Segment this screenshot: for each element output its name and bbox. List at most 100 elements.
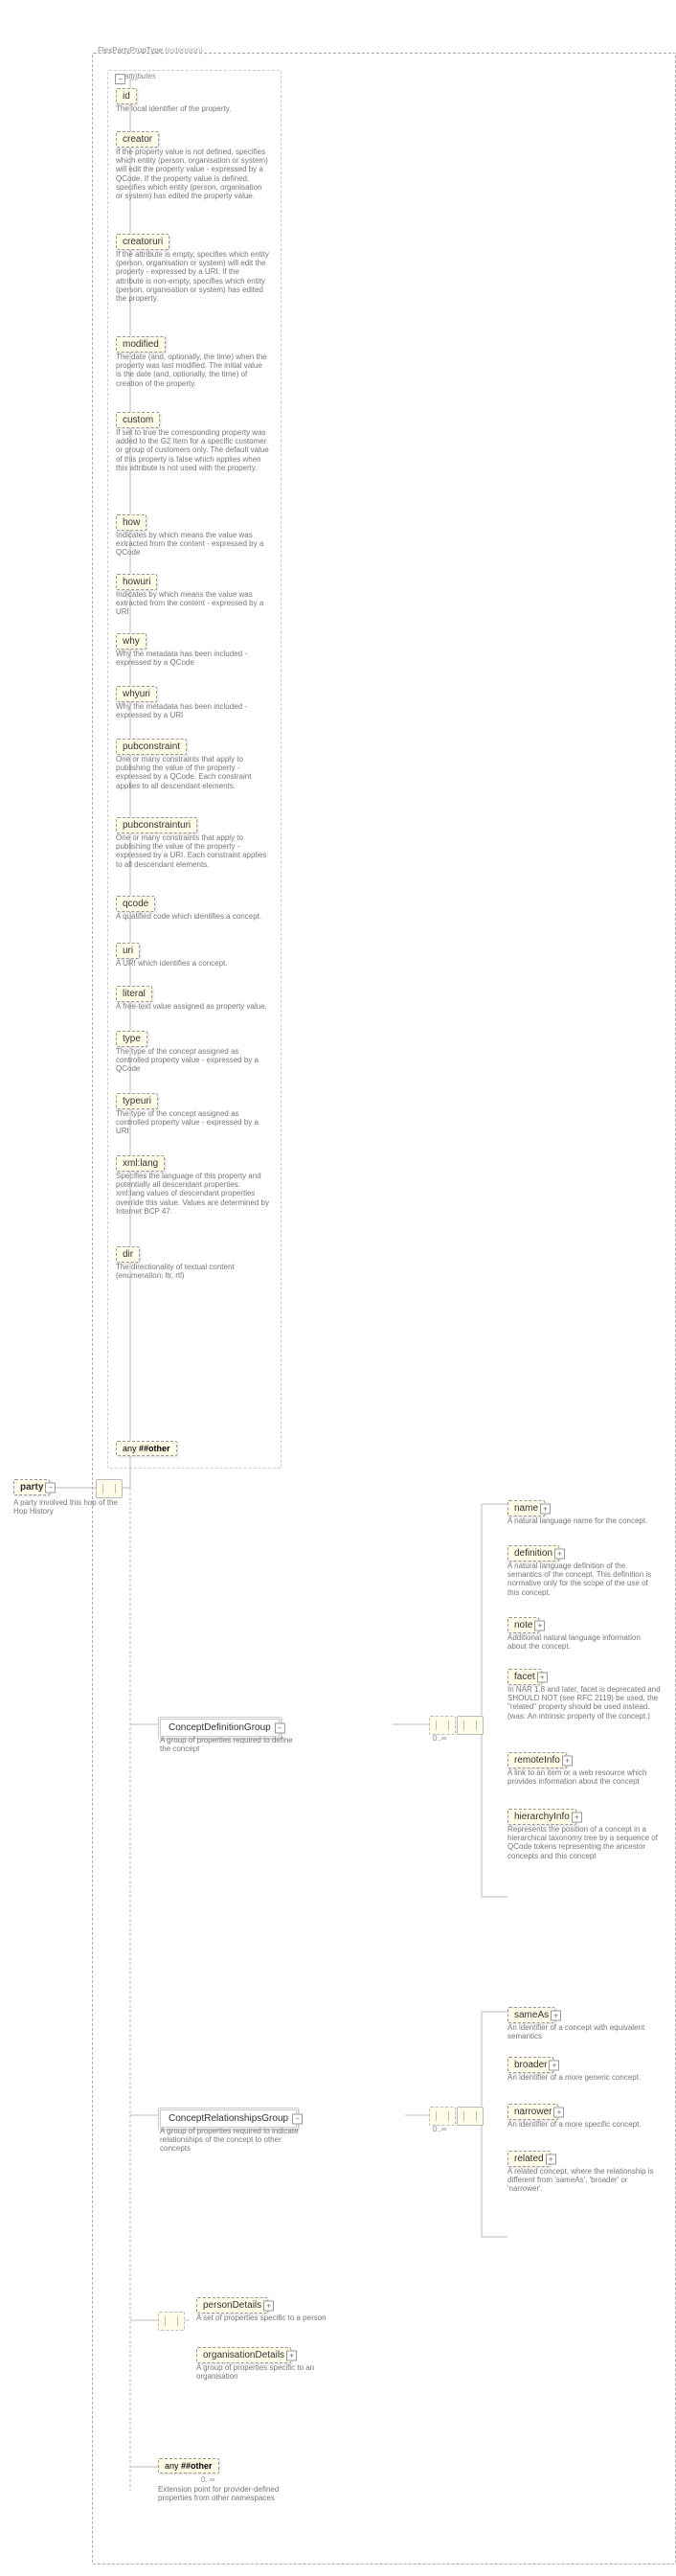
attribute-desc: Why the metadata has been included - exp… [116, 702, 269, 719]
attribute-creator: creator [116, 131, 159, 148]
attribute-type: type [116, 1031, 147, 1047]
attribute-desc: If set to true the corresponding propert… [116, 428, 269, 472]
attribute-label: creatoruri [123, 237, 163, 247]
rel-child-sameAs: sameAs+ [507, 2007, 555, 2023]
element-desc: An identifier of a more specific concept… [507, 2120, 661, 2129]
def-child-remoteInfo: remoteInfo+ [507, 1752, 567, 1768]
expand-icon[interactable]: + [546, 2154, 556, 2164]
collapse-icon[interactable]: − [45, 1482, 56, 1493]
rel-child-broader: broader+ [507, 2057, 553, 2073]
element-desc: A natural language definition of the sem… [507, 1562, 661, 1597]
sequence-rel-inner [457, 2107, 484, 2126]
attribute-label: how [123, 517, 140, 528]
sequence-rel-outer [429, 2107, 456, 2126]
element-label: definition [514, 1548, 552, 1559]
expand-icon[interactable]: + [551, 2010, 561, 2020]
def-child-definition: definition+ [507, 1545, 559, 1562]
attribute-qcode: qcode [116, 896, 155, 912]
attribute-label: dir [123, 1249, 133, 1260]
group-rel-desc: A group of properties required to indica… [160, 2127, 313, 2154]
sequence-main [96, 1479, 123, 1498]
element-label: narrower [514, 2107, 552, 2117]
attribute-howuri: howuri [116, 574, 157, 590]
attribute-desc: A URI which identifies a concept. [116, 959, 269, 968]
entity-child-personDetails: personDetails+ [196, 2297, 268, 2314]
expand-icon[interactable]: + [540, 1503, 551, 1514]
element-label: note [514, 1620, 532, 1630]
attribute-pubconstraint: pubconstraint [116, 739, 187, 755]
expand-icon[interactable]: + [534, 1620, 545, 1630]
choice-entity [158, 2312, 185, 2331]
attribute-modified: modified [116, 336, 166, 353]
element-label: hierarchyInfo [514, 1812, 570, 1822]
attribute-label: id [123, 91, 130, 102]
attribute-desc: The local identifier of the property. [116, 104, 269, 113]
sequence-def-inner [457, 1716, 484, 1735]
attribute-xmllang: xml:lang [116, 1155, 165, 1172]
element-label: broader [514, 2060, 547, 2070]
attribute-desc: Indicates by which means the value was e… [116, 590, 269, 617]
attribute-uri: uri [116, 943, 140, 959]
element-desc: A set of properties specific to a person [196, 2314, 340, 2322]
attribute-desc: Indicates by which means the value was e… [116, 531, 269, 558]
attribute-how: how [116, 514, 146, 531]
expand-icon[interactable]: + [549, 2060, 559, 2070]
attribute-label: qcode [123, 899, 148, 909]
element-party: party − [13, 1479, 50, 1495]
element-desc: An identifier of a concept with equivale… [507, 2023, 661, 2040]
expand-icon[interactable]: + [572, 1812, 582, 1822]
element-desc: A natural language name for the concept. [507, 1516, 661, 1525]
expand-icon[interactable]: + [263, 2300, 274, 2311]
expand-icon[interactable]: + [286, 2350, 297, 2360]
extension-type-label: FlexPartyPropType (extension) [98, 46, 203, 55]
attribute-id: id [116, 88, 137, 104]
def-child-hierarchyInfo: hierarchyInfo+ [507, 1809, 576, 1825]
attribute-label: creator [123, 134, 152, 145]
element-label: name [514, 1503, 538, 1514]
cardinality: 0..∞ [433, 1734, 447, 1743]
attribute-desc: The date (and, optionally, the time) whe… [116, 353, 269, 388]
entity-child-organisationDetails: organisationDetails+ [196, 2347, 291, 2363]
rel-child-related: related+ [507, 2151, 551, 2167]
attribute-desc: The type of the concept assigned as cont… [116, 1109, 269, 1136]
attribute-label: pubconstraint [123, 741, 180, 752]
collapse-icon[interactable]: − [292, 2113, 303, 2124]
attribute-whyuri: whyuri [116, 686, 157, 702]
element-desc: A group of properties specific to an org… [196, 2363, 340, 2381]
attribute-desc: The directionality of textual content (e… [116, 1263, 269, 1280]
group-def-desc: A group of properties required to define… [160, 1736, 304, 1753]
element-label: sameAs [514, 2010, 549, 2020]
expand-icon[interactable]: + [553, 2107, 564, 2117]
attribute-label: typeuri [123, 1096, 151, 1106]
element-label: personDetails [203, 2300, 261, 2311]
attribute-label: modified [123, 339, 159, 350]
element-label: organisationDetails [203, 2350, 284, 2360]
attribute-literal: literal [116, 986, 152, 1002]
def-child-facet: facet+ [507, 1669, 542, 1685]
attribute-desc: The type of the concept assigned as cont… [116, 1047, 269, 1074]
expand-icon[interactable]: + [554, 1548, 565, 1559]
attribute-label: type [123, 1034, 141, 1044]
attribute-label: howuri [123, 577, 150, 587]
attribute-dir: dir [116, 1246, 140, 1263]
expand-icon[interactable]: + [562, 1755, 573, 1766]
any-other-top: any ##other [116, 1441, 177, 1456]
collapse-icon[interactable]: − [275, 1722, 285, 1733]
def-child-note: note+ [507, 1617, 539, 1633]
element-label: related [514, 2154, 544, 2164]
attribute-label: xml:lang [123, 1158, 158, 1169]
any-other-bottom-desc: Extension point for provider-defined pro… [158, 2485, 282, 2502]
collapse-icon[interactable]: − [115, 74, 125, 84]
attribute-desc: One or many constraints that apply to pu… [116, 755, 269, 790]
cardinality: 0..∞ [433, 2125, 447, 2133]
expand-icon[interactable]: + [537, 1672, 548, 1682]
attribute-desc: Specifies the language of this property … [116, 1172, 269, 1216]
cardinality: 0..∞ [201, 2475, 215, 2484]
attribute-why: why [116, 633, 146, 650]
element-label: facet [514, 1672, 535, 1682]
attribute-label: why [123, 636, 140, 647]
attribute-label: pubconstrainturi [123, 820, 191, 831]
attribute-custom: custom [116, 412, 160, 428]
any-other-bottom: any ##other [158, 2458, 219, 2473]
attributes-header: − attributes [124, 72, 156, 80]
